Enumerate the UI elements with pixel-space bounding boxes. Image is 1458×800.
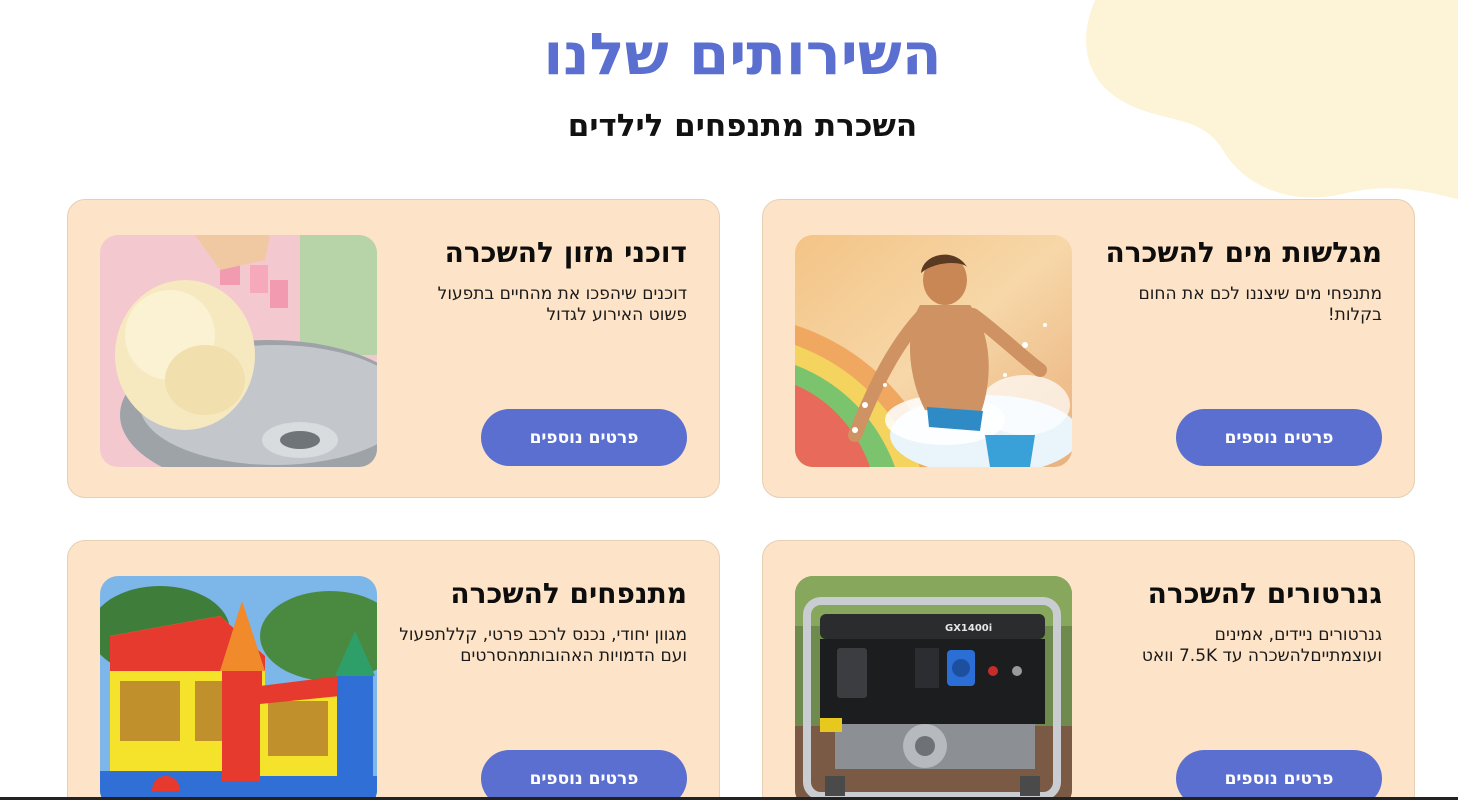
card-title: גנרטורים להשכרה (1147, 577, 1382, 610)
more-details-button[interactable]: פרטים נוספים (481, 750, 687, 800)
portable-generator-picture: GX1400i (795, 576, 1072, 800)
service-card-generators: גנרטורים להשכרה גנרטורים ניידים, אמינים … (762, 540, 1415, 800)
more-details-button[interactable]: פרטים נוספים (1176, 750, 1382, 800)
page-title: השירותים שלנו (543, 20, 942, 88)
card-text: מתנפחים להשכרה מגוון יחודי, נכנס לרכב פר… (397, 577, 687, 667)
card-description: גנרטורים ניידים, אמינים ועוצמתייםלהשכרה … (1141, 625, 1382, 666)
bouncy-castle-image (100, 576, 377, 800)
service-card-food-stands: דוכני מזון להשכרה דוכנים שיהפכו את מהחיי… (67, 199, 720, 498)
card-description: דוכנים שיהפכו את מהחיים בתפעול פשוט האיר… (437, 284, 687, 325)
card-text: גנרטורים להשכרה גנרטורים ניידים, אמינים … (1092, 577, 1382, 667)
more-details-button[interactable]: פרטים נוספים (1176, 409, 1382, 466)
water-slide-image (795, 235, 1072, 467)
boy-on-water-slide-picture (795, 235, 1072, 467)
cotton-candy-machine-picture (100, 235, 377, 467)
more-details-button[interactable]: פרטים נוספים (481, 409, 687, 466)
food-stand-image (100, 235, 377, 467)
card-text: דוכני מזון להשכרה דוכנים שיהפכו את מהחיי… (397, 236, 687, 326)
card-title: מגלשות מים להשכרה (1105, 236, 1382, 269)
generator-image: GX1400i (795, 576, 1072, 800)
card-title: דוכני מזון להשכרה (444, 236, 687, 269)
service-card-water-slides: מגלשות מים להשכרה מתנפחי מים שיצננו לכם … (762, 199, 1415, 498)
bouncy-castle-picture (100, 576, 377, 800)
card-title: מתנפחים להשכרה (450, 577, 687, 610)
service-card-bouncy-castles: מתנפחים להשכרה מגוון יחודי, נכנס לרכב פר… (67, 540, 720, 800)
generator-model-label: GX1400i (945, 623, 992, 634)
card-text: מגלשות מים להשכרה מתנפחי מים שיצננו לכם … (1092, 236, 1382, 326)
page-subtitle: השכרת מתנפחים לילדים (567, 108, 918, 144)
card-description: מתנפחי מים שיצננו לכם את החום בקלות! (1138, 284, 1382, 325)
card-description: מגוון יחודי, נכנס לרכב פרטי, קללתפעול וע… (399, 625, 687, 666)
